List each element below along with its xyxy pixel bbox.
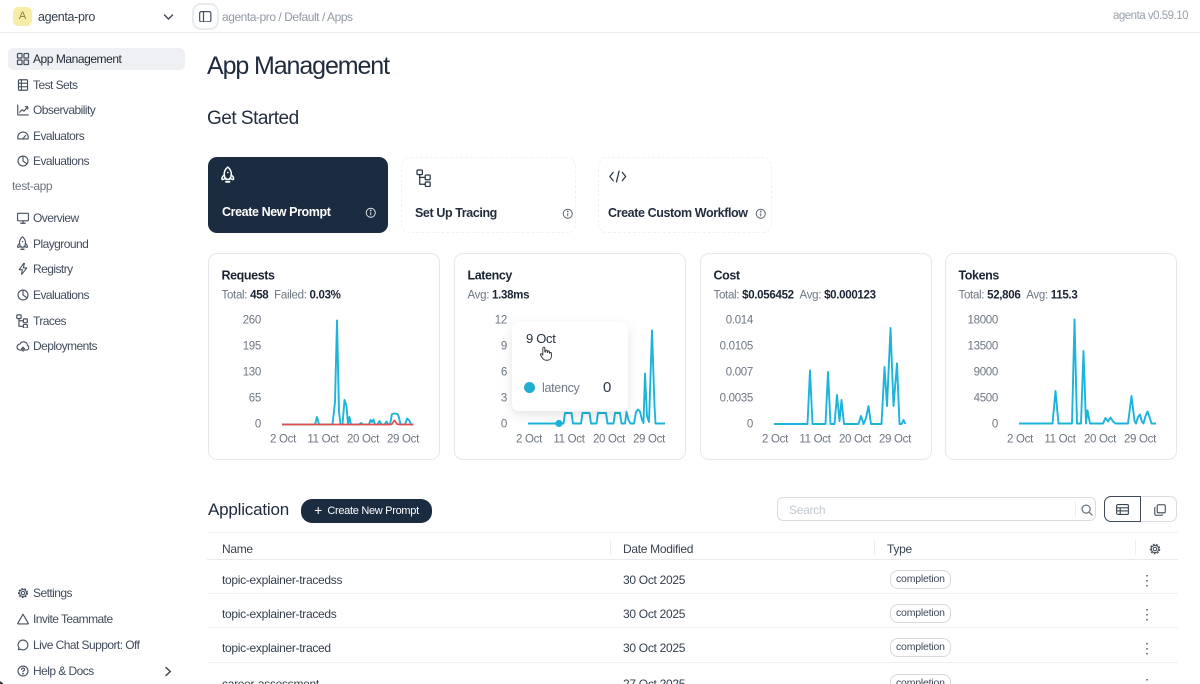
svg-text:18000: 18000	[968, 315, 998, 327]
svg-text:2 Oct: 2 Oct	[516, 434, 543, 446]
svg-text:0: 0	[992, 419, 998, 431]
svg-text:4500: 4500	[974, 393, 998, 405]
svg-text:Total: $0.056452 Avg: $0.0001: Total: $0.056452 Avg: $0.000123	[714, 290, 876, 302]
svg-text:130: 130	[243, 367, 261, 379]
svg-text:29 Oct: 29 Oct	[387, 434, 420, 446]
svg-text:Tokens: Tokens	[959, 269, 1000, 283]
svg-text:195: 195	[243, 341, 261, 353]
svg-text:20 Oct: 20 Oct	[1084, 434, 1117, 446]
svg-text:13500: 13500	[968, 341, 998, 353]
svg-text:Total: 458 Failed: 0.03%: Total: 458 Failed: 0.03%	[222, 290, 341, 302]
svg-text:6: 6	[501, 367, 507, 379]
svg-text:0.0105: 0.0105	[720, 341, 753, 353]
svg-text:29 Oct: 29 Oct	[879, 434, 912, 446]
svg-text:Total: 52,806 Avg: 115.3: Total: 52,806 Avg: 115.3	[959, 290, 1078, 302]
svg-text:0.014: 0.014	[726, 315, 754, 327]
svg-text:260: 260	[243, 315, 261, 327]
svg-text:20 Oct: 20 Oct	[347, 434, 380, 446]
svg-text:20 Oct: 20 Oct	[593, 434, 626, 446]
svg-text:11 Oct: 11 Oct	[1044, 434, 1076, 446]
svg-text:0.0035: 0.0035	[720, 393, 753, 405]
svg-text:0: 0	[255, 419, 261, 431]
svg-text:2 Oct: 2 Oct	[270, 434, 297, 446]
svg-text:Requests: Requests	[222, 269, 276, 283]
svg-text:20 Oct: 20 Oct	[839, 434, 872, 446]
svg-text:0: 0	[501, 419, 507, 431]
svg-text:11 Oct: 11 Oct	[307, 434, 339, 446]
svg-text:29 Oct: 29 Oct	[1124, 434, 1157, 446]
svg-text:29 Oct: 29 Oct	[633, 434, 666, 446]
svg-text:Cost: Cost	[714, 269, 741, 283]
svg-text:Avg: 1.38ms: Avg: 1.38ms	[468, 290, 530, 302]
svg-text:11 Oct: 11 Oct	[799, 434, 831, 446]
svg-text:9000: 9000	[974, 367, 998, 379]
svg-text:11 Oct: 11 Oct	[553, 434, 585, 446]
svg-text:0: 0	[747, 419, 753, 431]
svg-text:2 Oct: 2 Oct	[1007, 434, 1034, 446]
svg-text:12: 12	[495, 315, 507, 327]
svg-text:65: 65	[249, 393, 261, 405]
svg-text:Latency: Latency	[468, 269, 513, 283]
svg-text:0.007: 0.007	[726, 367, 753, 379]
svg-text:9: 9	[501, 341, 507, 353]
svg-text:2 Oct: 2 Oct	[762, 434, 789, 446]
svg-text:3: 3	[501, 393, 507, 405]
